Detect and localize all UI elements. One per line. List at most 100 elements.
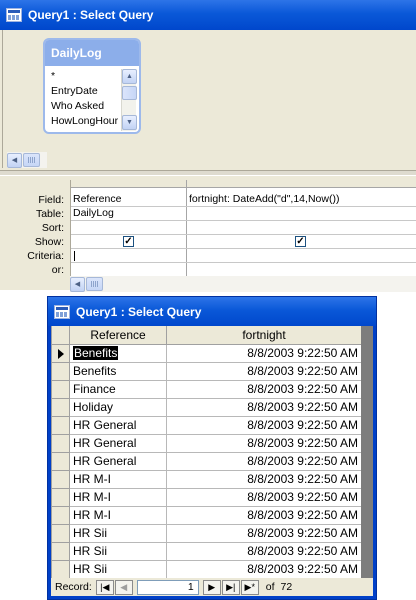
fortnight-cell[interactable]: 8/8/2003 9:22:50 AM [166, 469, 362, 489]
reference-cell[interactable]: HR M-I [69, 487, 167, 507]
reference-value: HR Sii [73, 544, 108, 558]
fortnight-cell[interactable]: 8/8/2003 9:22:50 AM [166, 379, 362, 399]
new-record-icon[interactable]: ▶* [240, 579, 259, 595]
reference-cell[interactable]: HR M-I [69, 469, 167, 489]
grid-hscrollbar[interactable]: ◀ [70, 276, 416, 292]
reference-cell[interactable]: HR General [69, 415, 167, 435]
grid-field-cell[interactable]: fortnight: DateAdd("d",14,Now()) [187, 192, 416, 206]
field-item[interactable]: Who Asked [49, 99, 125, 114]
table-pane-hscrollbar[interactable]: ◀ [7, 152, 47, 168]
table-field-list[interactable]: DailyLog * EntryDate Who Asked HowLongHo… [43, 38, 141, 134]
show-checkbox[interactable]: ✓ [123, 236, 134, 247]
scroll-left-icon[interactable]: ◀ [70, 276, 85, 292]
row-selector[interactable] [51, 343, 70, 363]
row-selector[interactable] [51, 361, 70, 381]
pane-splitter[interactable] [0, 170, 416, 176]
fortnight-cell[interactable]: 8/8/2003 9:22:50 AM [166, 361, 362, 381]
row-selector[interactable] [51, 541, 70, 561]
table-row[interactable]: HR Sii 8/8/2003 9:22:50 AM [51, 541, 362, 561]
table-row[interactable]: HR M-I 8/8/2003 9:22:50 AM [51, 469, 362, 489]
fortnight-cell[interactable]: 8/8/2003 9:22:50 AM [166, 415, 362, 435]
table-row[interactable]: Benefits 8/8/2003 9:22:50 AM [51, 343, 362, 363]
reference-cell[interactable]: Finance [69, 379, 167, 399]
reference-value: HR General [73, 454, 137, 468]
reference-cell[interactable]: Holiday [69, 397, 167, 417]
row-selector[interactable] [51, 433, 70, 453]
reference-value: Benefits [73, 364, 117, 378]
reference-cell[interactable]: Benefits [69, 343, 167, 363]
fortnight-cell[interactable]: 8/8/2003 9:22:50 AM [166, 487, 362, 507]
fortnight-cell[interactable]: 8/8/2003 9:22:50 AM [166, 343, 362, 363]
table-row[interactable]: HR Sii 8/8/2003 9:22:50 AM [51, 559, 362, 579]
query-window-icon[interactable] [54, 304, 70, 319]
datasheet-title-bar[interactable]: Query1 : Select Query [48, 297, 376, 326]
text-cursor [74, 251, 75, 261]
column-header-fortnight[interactable]: fortnight [166, 326, 362, 345]
reference-cell[interactable]: HR Sii [69, 541, 167, 561]
scroll-thumb[interactable] [86, 277, 103, 291]
last-record-icon[interactable]: ▶| [221, 579, 240, 595]
fortnight-cell[interactable]: 8/8/2003 9:22:50 AM [166, 397, 362, 417]
table-row[interactable]: HR M-I 8/8/2003 9:22:50 AM [51, 505, 362, 525]
row-selector[interactable] [51, 379, 70, 399]
table-row[interactable]: HR Sii 8/8/2003 9:22:50 AM [51, 523, 362, 543]
grid-sort-cell[interactable] [71, 220, 185, 234]
scroll-down-icon[interactable]: ▼ [122, 115, 137, 130]
fortnight-cell[interactable]: 8/8/2003 9:22:50 AM [166, 505, 362, 525]
field-item[interactable]: HowLongHour [49, 114, 125, 129]
record-number-input[interactable]: 1 [136, 579, 199, 595]
row-selector[interactable] [51, 487, 70, 507]
table-row[interactable]: Holiday 8/8/2003 9:22:50 AM [51, 397, 362, 417]
fortnight-cell[interactable]: 8/8/2003 9:22:50 AM [166, 523, 362, 543]
row-label-sort: Sort: [41, 222, 64, 234]
reference-value: HR Sii [73, 526, 108, 540]
table-name[interactable]: DailyLog [45, 40, 139, 66]
row-selector[interactable] [51, 397, 70, 417]
query-datasheet-window: Query1 : Select Query Reference fortnigh… [47, 296, 377, 600]
reference-value: Holiday [73, 400, 114, 414]
reference-cell[interactable]: Benefits [69, 361, 167, 381]
table-row[interactable]: Finance 8/8/2003 9:22:50 AM [51, 379, 362, 399]
reference-value: Benefits [73, 346, 119, 360]
row-selector[interactable] [51, 451, 70, 471]
datasheet-vscrollbar[interactable] [361, 326, 373, 578]
grid-table-cell[interactable] [187, 206, 416, 220]
first-record-icon[interactable]: |◀ [95, 579, 114, 595]
query-window-icon[interactable] [6, 8, 22, 22]
fortnight-cell[interactable]: 8/8/2003 9:22:50 AM [166, 559, 362, 579]
fortnight-cell[interactable]: 8/8/2003 9:22:50 AM [166, 433, 362, 453]
scroll-left-icon[interactable]: ◀ [7, 152, 22, 168]
row-selector[interactable] [51, 505, 70, 525]
table-row[interactable]: Benefits 8/8/2003 9:22:50 AM [51, 361, 362, 381]
fortnight-cell[interactable]: 8/8/2003 9:22:50 AM [166, 451, 362, 471]
next-record-icon[interactable]: ▶ [202, 579, 221, 595]
reference-cell[interactable]: HR General [69, 451, 167, 471]
field-item[interactable]: EntryDate [49, 84, 125, 99]
table-row[interactable]: HR General 8/8/2003 9:22:50 AM [51, 415, 362, 435]
scroll-thumb[interactable] [23, 153, 40, 167]
reference-cell[interactable]: HR Sii [69, 523, 167, 543]
fortnight-cell[interactable]: 8/8/2003 9:22:50 AM [166, 541, 362, 561]
table-row[interactable]: HR General 8/8/2003 9:22:50 AM [51, 433, 362, 453]
scroll-up-icon[interactable]: ▲ [122, 69, 137, 84]
design-title-bar[interactable]: Query1 : Select Query [0, 0, 416, 30]
column-header-reference[interactable]: Reference [69, 326, 167, 345]
row-selector[interactable] [51, 469, 70, 489]
field-item[interactable]: * [49, 69, 125, 84]
row-selector[interactable] [51, 415, 70, 435]
grid-field-cell[interactable]: Reference [71, 192, 185, 206]
show-checkbox[interactable]: ✓ [295, 236, 306, 247]
row-selector-header[interactable] [51, 326, 70, 345]
row-selector[interactable] [51, 559, 70, 579]
row-selector[interactable] [51, 523, 70, 543]
column-selector-bar[interactable] [71, 180, 416, 188]
reference-cell[interactable]: HR Sii [69, 559, 167, 579]
previous-record-icon[interactable]: ◀ [114, 579, 133, 595]
scroll-thumb[interactable] [122, 86, 137, 100]
reference-cell[interactable]: HR General [69, 433, 167, 453]
grid-table-cell[interactable]: DailyLog [71, 206, 185, 220]
reference-cell[interactable]: HR M-I [69, 505, 167, 525]
table-row[interactable]: HR General 8/8/2003 9:22:50 AM [51, 451, 362, 471]
field-list-scrollbar[interactable]: ▲ ▼ [121, 69, 137, 131]
table-row[interactable]: HR M-I 8/8/2003 9:22:50 AM [51, 487, 362, 507]
